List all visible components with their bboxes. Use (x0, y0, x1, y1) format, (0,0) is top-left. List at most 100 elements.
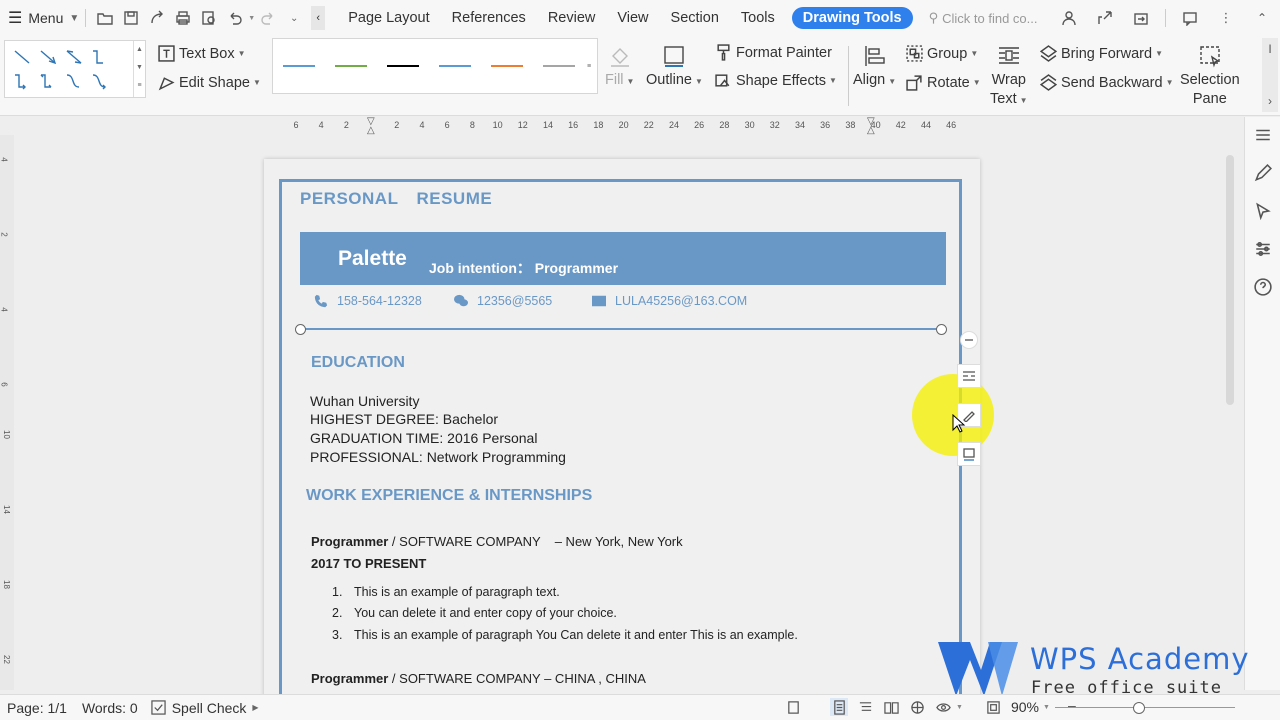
eye-protection-icon[interactable] (934, 698, 952, 716)
word-count[interactable]: Words: 0 (82, 700, 138, 716)
line-style-gallery[interactable]: ≡ (272, 38, 598, 94)
list-item[interactable]: 1.This is an example of paragraph text. (332, 585, 560, 599)
scrollbar-thumb[interactable] (1226, 155, 1234, 405)
save-icon[interactable] (120, 7, 142, 29)
fit-page-icon[interactable] (985, 698, 1003, 716)
gallery-more[interactable]: ≡ (587, 39, 597, 93)
job2-heading[interactable]: Programmer / SOFTWARE COMPANY – CHINA , … (311, 671, 646, 686)
tab-section[interactable]: Section (660, 0, 730, 36)
web-layout-icon[interactable] (908, 698, 926, 716)
focus-mode-icon[interactable] (784, 698, 802, 716)
phone-number[interactable]: 158-564-12328 (337, 294, 422, 308)
tab-page-layout[interactable]: Page Layout (337, 0, 440, 36)
text-box-button[interactable]: Text Box▼ (158, 45, 246, 62)
collapse-ribbon-icon[interactable]: ⌃ (1251, 7, 1273, 29)
export-icon[interactable] (146, 7, 168, 29)
list-item[interactable]: 3.This is an example of paragraph You Ca… (332, 628, 798, 642)
print-icon[interactable] (172, 7, 194, 29)
selected-line-shape[interactable] (301, 328, 942, 330)
education-degree[interactable]: HIGHEST DEGREE: Bachelor (310, 411, 498, 427)
chevron-down-icon[interactable]: ▼ (956, 704, 963, 711)
chevron-down-icon: ▼ (970, 49, 978, 58)
spell-check-label[interactable]: Spell Check (172, 700, 247, 716)
chevron-down-icon[interactable]: ▼ (1043, 704, 1050, 711)
edit-shape-button[interactable]: Edit Shape▼ (158, 74, 261, 91)
line-style-swatch-3[interactable] (387, 65, 419, 67)
layout-options-icon[interactable] (957, 364, 981, 388)
adjust-icon[interactable] (1251, 237, 1275, 261)
tab-view[interactable]: View (606, 0, 659, 36)
bring-forward-button[interactable]: Bring Forward▼ (1040, 45, 1163, 62)
line-end-handle[interactable] (936, 324, 947, 335)
outline-button[interactable]: Outline▼ (646, 44, 703, 91)
education-school[interactable]: Wuhan University (310, 393, 419, 409)
print-preview-icon[interactable] (198, 7, 220, 29)
help-icon[interactable] (1251, 275, 1275, 299)
wrap-text-button[interactable]: Wrap Text▼ (990, 44, 1028, 110)
open-folder-icon[interactable] (94, 7, 116, 29)
zoom-slider-track[interactable] (1055, 707, 1235, 708)
shape-effects-button[interactable]: Shape Effects▼ (715, 72, 837, 89)
ribbon-scroll-right[interactable]: I› (1262, 38, 1278, 112)
comment-icon[interactable] (1179, 7, 1201, 29)
line-start-handle[interactable] (295, 324, 306, 335)
page-count[interactable]: Page: 1/1 (7, 700, 67, 716)
line-style-swatch-1[interactable] (283, 65, 315, 67)
line-style-swatch-5[interactable] (491, 65, 523, 67)
vertical-scrollbar[interactable] (1226, 135, 1234, 625)
zoom-level[interactable]: 90% (1011, 699, 1039, 715)
collapse-icon[interactable] (960, 331, 978, 349)
education-major[interactable]: PROFESSIONAL: Network Programming (310, 449, 566, 465)
line-style-swatch-6[interactable] (543, 65, 575, 67)
job1-heading[interactable]: Programmer / SOFTWARE COMPANY– New York,… (311, 534, 683, 549)
menu-button[interactable]: ☰ Menu ▼ (8, 8, 79, 28)
indent-marker-icon[interactable]: ▽△ (867, 117, 875, 135)
rotate-button[interactable]: Rotate▼ (906, 74, 981, 91)
print-layout-icon[interactable] (830, 698, 848, 716)
candidate-name[interactable]: Palette (338, 247, 407, 271)
line-style-swatch-4[interactable] (439, 65, 471, 67)
email-address[interactable]: LULA45256@163.COM (615, 294, 747, 308)
outline-view-icon[interactable] (856, 698, 874, 716)
group-button[interactable]: Group▼ (906, 45, 978, 62)
tab-scroll-left[interactable]: ‹ (311, 6, 325, 30)
chevron-right-icon[interactable]: ▶ (252, 703, 258, 712)
edit-icon[interactable] (1251, 161, 1275, 185)
tab-review[interactable]: Review (537, 0, 607, 36)
horizontal-ruler[interactable]: 6422468101214161820222426283032343638404… (0, 117, 1244, 135)
zoom-out-icon[interactable]: – (1068, 697, 1076, 713)
fill-button[interactable]: Fill▼ (605, 44, 634, 91)
zoom-slider-knob[interactable] (1133, 702, 1145, 714)
share-icon[interactable] (1094, 7, 1116, 29)
document-page[interactable]: PERSONALRESUME Palette Job intention： Pr… (264, 159, 980, 699)
tab-tools[interactable]: Tools (730, 0, 786, 36)
tab-references[interactable]: References (441, 0, 537, 36)
format-painter-button[interactable]: Format Painter (715, 44, 832, 61)
shape-gallery[interactable]: ▲▼≡ (4, 40, 146, 98)
sync-icon[interactable] (1130, 7, 1152, 29)
wechat-id[interactable]: 12356@5565 (477, 294, 552, 308)
undo-icon[interactable] (224, 7, 246, 29)
line-style-swatch-2[interactable] (335, 65, 367, 67)
customize-chevron-icon[interactable]: ⌄ (283, 7, 305, 29)
select-cursor-icon[interactable] (1251, 199, 1275, 223)
redo-icon[interactable] (257, 7, 279, 29)
chevron-down-icon[interactable]: ▼ (248, 15, 255, 22)
indent-marker-icon[interactable]: ▽△ (367, 117, 375, 135)
selection-pane-button[interactable]: Selection Pane (1180, 44, 1240, 109)
outline-style-icon[interactable] (957, 442, 981, 466)
list-item[interactable]: 2.You can delete it and enter copy of yo… (332, 606, 617, 620)
education-graduation[interactable]: GRADUATION TIME: 2016 Personal (310, 430, 537, 446)
reading-mode-icon[interactable] (882, 698, 900, 716)
job1-period[interactable]: 2017 TO PRESENT (311, 556, 426, 571)
send-backward-button[interactable]: Send Backward▼ (1040, 74, 1173, 91)
collaborate-icon[interactable] (1058, 7, 1080, 29)
job-intention[interactable]: Job intention： Programmer (429, 258, 618, 278)
ruler-tick: 8 (470, 120, 475, 130)
pane-settings-icon[interactable] (1251, 123, 1275, 147)
gallery-scroll[interactable]: ▲▼≡ (133, 41, 145, 97)
align-button[interactable]: Align▼ (853, 44, 896, 91)
search-box[interactable]: ⚲ Click to find co... (929, 10, 1069, 26)
tab-drawing-tools[interactable]: Drawing Tools (792, 7, 913, 29)
more-icon[interactable]: ⋮ (1215, 7, 1237, 29)
